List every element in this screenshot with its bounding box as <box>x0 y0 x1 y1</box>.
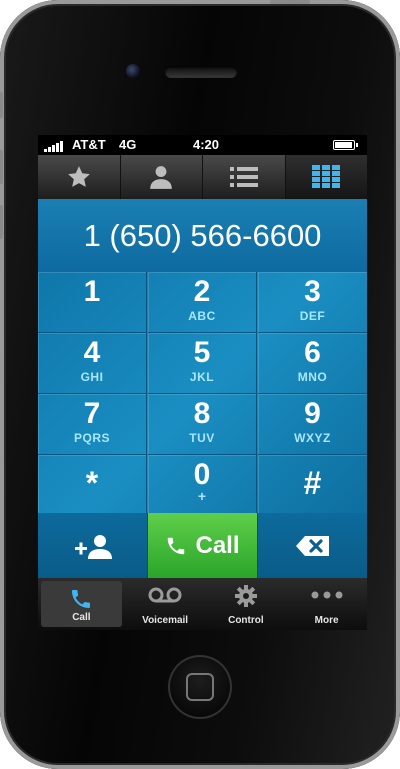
key-digit: 4 <box>83 336 101 369</box>
key-3[interactable]: 3 DEF <box>258 272 367 333</box>
key-9[interactable]: 9 WXYZ <box>258 394 367 455</box>
key-6[interactable]: 6 MNO <box>258 333 367 394</box>
key-letters: DEF <box>299 309 326 323</box>
more-dots-icon <box>311 591 343 599</box>
key-letters: + <box>197 488 207 504</box>
key-letters: GHI <box>80 370 104 384</box>
key-digit: 2 <box>193 275 211 308</box>
battery-icon <box>333 140 358 150</box>
key-1[interactable]: 1 <box>38 272 147 333</box>
gear-icon <box>234 585 257 607</box>
tab-label: More <box>314 615 339 626</box>
dialed-number-display: 1 (650) 566-6600 <box>38 199 367 272</box>
key-digit: 3 <box>304 275 321 308</box>
carrier-name: AT&T <box>72 137 106 152</box>
signal-strength-icon <box>44 141 63 152</box>
home-button-icon <box>186 673 214 701</box>
clock: 4:20 <box>193 137 220 152</box>
earpiece-speaker <box>165 66 237 78</box>
tab-call[interactable]: Call <box>41 581 122 627</box>
star-icon <box>67 166 90 187</box>
backspace-icon <box>295 535 329 556</box>
contact-icon <box>150 166 173 189</box>
status-bar: AT&T 4G 4:20 <box>38 135 367 155</box>
key-5[interactable]: 5 JKL <box>148 333 257 394</box>
keypad-grid-icon <box>312 165 341 188</box>
key-digit: 7 <box>83 397 101 430</box>
key-letters: JKL <box>189 370 215 384</box>
key-letters: MNO <box>297 370 328 384</box>
key-star[interactable]: * <box>38 455 147 516</box>
key-digit: 0 <box>193 458 211 491</box>
key-symbol: * <box>85 465 99 501</box>
key-4[interactable]: 4 GHI <box>38 333 147 394</box>
silent-switch <box>0 92 3 118</box>
voicemail-icon <box>148 587 182 603</box>
volume-up-button <box>0 150 3 184</box>
power-button <box>270 0 310 4</box>
key-letters: TUV <box>189 431 215 445</box>
phone-icon <box>72 590 91 608</box>
top-tab-bar <box>38 155 367 199</box>
add-contact-button[interactable] <box>38 513 148 578</box>
tab-control[interactable]: Control <box>206 578 287 630</box>
backspace-button[interactable] <box>257 513 367 578</box>
tab-more[interactable]: More <box>286 578 367 630</box>
key-letters: WXYZ <box>294 431 331 445</box>
tab-favorites[interactable] <box>38 155 121 199</box>
key-letters: ABC <box>188 309 216 323</box>
tab-label: Voicemail <box>142 615 189 626</box>
phone-screen: AT&T 4G 4:20 1 (650) 566-6600 1 2 ABC 3 … <box>38 135 367 630</box>
key-digit: 5 <box>193 336 211 369</box>
tab-voicemail[interactable]: Voicemail <box>125 578 206 630</box>
tab-label: Control <box>228 615 264 626</box>
add-contact-icon <box>74 534 112 559</box>
tab-contacts[interactable] <box>121 155 203 199</box>
call-button[interactable]: Call <box>148 513 257 578</box>
phone-icon <box>168 537 185 554</box>
tab-recents[interactable] <box>203 155 286 199</box>
front-camera <box>126 64 140 78</box>
list-icon <box>229 167 258 187</box>
key-digit: 6 <box>304 336 321 369</box>
network-type: 4G <box>119 137 137 152</box>
bottom-tab-bar: Call Voicemail Control More <box>38 578 367 630</box>
key-8[interactable]: 8 TUV <box>148 394 257 455</box>
call-button-label: Call <box>195 531 240 559</box>
key-2[interactable]: 2 ABC <box>148 272 257 333</box>
tab-label: Call <box>72 612 91 623</box>
key-digit: 8 <box>193 397 211 430</box>
volume-down-button <box>0 205 3 239</box>
key-symbol: # <box>303 465 322 501</box>
key-hash[interactable]: # <box>258 455 367 516</box>
key-digit: 1 <box>83 275 101 308</box>
key-7[interactable]: 7 PQRS <box>38 394 147 455</box>
key-digit: 9 <box>304 397 321 430</box>
key-letters: PQRS <box>73 431 110 445</box>
action-row: Call <box>38 513 367 578</box>
key-0[interactable]: 0 + <box>148 455 257 516</box>
tab-keypad[interactable] <box>285 155 367 199</box>
